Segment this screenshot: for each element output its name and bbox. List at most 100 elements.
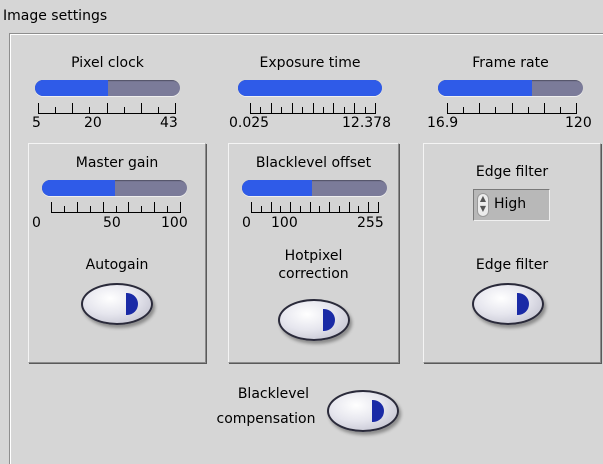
scale-tick bbox=[51, 202, 52, 212]
scale-tick bbox=[368, 202, 369, 212]
scale-tick bbox=[124, 107, 125, 113]
scale-tick bbox=[271, 103, 272, 113]
scale-tick bbox=[72, 103, 73, 113]
scale-tick bbox=[141, 103, 142, 113]
frame-rate-scale bbox=[447, 103, 577, 114]
autogain-toggle[interactable] bbox=[81, 283, 153, 325]
scale-tick bbox=[154, 202, 155, 212]
scale-tick bbox=[375, 103, 376, 113]
scale-tick bbox=[90, 206, 91, 212]
exposure-time-label: Exposure time bbox=[259, 55, 361, 71]
hotpixel-toggle[interactable] bbox=[278, 299, 350, 341]
scale-tick bbox=[512, 103, 513, 113]
edge-filter-toggle[interactable] bbox=[472, 283, 544, 325]
pixel-clock-max: 43 bbox=[160, 115, 178, 131]
exposure-time-min: 0.025 bbox=[229, 115, 270, 131]
scale-tick bbox=[479, 103, 480, 113]
scale-tick bbox=[329, 202, 330, 212]
scale-tick bbox=[128, 202, 129, 212]
master-gain-scale bbox=[51, 202, 181, 213]
scale-tick bbox=[271, 202, 272, 212]
edge-filter-button-label: Edge filter bbox=[475, 257, 549, 273]
scale-tick bbox=[167, 206, 168, 212]
scale-tick bbox=[292, 103, 293, 113]
blacklevel-offset-mid: 100 bbox=[271, 215, 298, 231]
scale-tick bbox=[447, 103, 448, 113]
master-gain-box: Master gain 0 50 100 Autogain bbox=[28, 143, 206, 363]
scale-tick bbox=[77, 202, 78, 212]
scale-tick bbox=[339, 206, 340, 212]
master-gain-label: Master gain bbox=[75, 155, 159, 171]
blacklevel-offset-slider[interactable] bbox=[242, 180, 387, 196]
scale-tick bbox=[64, 206, 65, 212]
pixel-clock-fill bbox=[35, 80, 108, 96]
scale-tick bbox=[107, 103, 108, 113]
scale-tick bbox=[358, 206, 359, 212]
scale-tick bbox=[281, 107, 282, 113]
scale-tick bbox=[302, 107, 303, 113]
scale-tick bbox=[180, 202, 181, 212]
image-settings-title: Image settings bbox=[3, 8, 108, 24]
edge-filter-box: Edge filter ▲ ▼ High Edge filter bbox=[423, 143, 601, 363]
frame-rate-min: 16.9 bbox=[427, 115, 459, 131]
blacklevel-offset-min: 0 bbox=[242, 215, 251, 231]
frame-rate-max: 120 bbox=[565, 115, 592, 131]
blacklevel-compensation-label-line2: compensation bbox=[216, 411, 316, 427]
edge-filter-indicator bbox=[517, 293, 529, 315]
pixel-clock-scale bbox=[38, 103, 176, 114]
scale-tick bbox=[354, 103, 355, 113]
frame-rate-fill bbox=[438, 80, 533, 96]
scale-tick bbox=[116, 206, 117, 212]
exposure-time-scale bbox=[250, 103, 376, 114]
scale-tick bbox=[333, 103, 334, 113]
scale-tick bbox=[38, 103, 39, 113]
pixel-clock-slider[interactable] bbox=[35, 80, 180, 96]
scale-tick bbox=[89, 107, 90, 113]
scale-tick bbox=[576, 103, 577, 113]
scale-tick bbox=[280, 206, 281, 212]
autogain-indicator bbox=[126, 293, 138, 315]
scale-tick bbox=[495, 107, 496, 113]
scale-tick bbox=[290, 202, 291, 212]
scale-tick bbox=[175, 103, 176, 113]
hotpixel-label-line2: correction bbox=[278, 266, 349, 282]
scale-tick bbox=[55, 107, 56, 113]
scale-tick bbox=[344, 107, 345, 113]
autogain-label: Autogain bbox=[85, 257, 149, 273]
edge-filter-label: Edge filter bbox=[475, 164, 549, 180]
master-gain-max: 100 bbox=[161, 215, 188, 231]
hotpixel-indicator bbox=[323, 309, 335, 331]
blacklevel-offset-max: 255 bbox=[357, 215, 384, 231]
exposure-time-slider[interactable] bbox=[238, 80, 382, 96]
blacklevel-offset-box: Blacklevel offset 0 100 255 Hotpixel cor… bbox=[228, 143, 399, 363]
edge-filter-value: High bbox=[494, 196, 527, 212]
frame-rate-slider[interactable] bbox=[438, 80, 583, 96]
blacklevel-compensation-label-line1: Blacklevel bbox=[237, 386, 309, 402]
edge-filter-ring[interactable]: ▲ ▼ High bbox=[473, 189, 550, 221]
exposure-time-fill bbox=[238, 80, 382, 96]
scale-tick bbox=[300, 206, 301, 212]
master-gain-slider[interactable] bbox=[42, 180, 187, 196]
pixel-clock-label: Pixel clock bbox=[71, 55, 144, 71]
scale-tick bbox=[261, 206, 262, 212]
scale-tick bbox=[313, 103, 314, 113]
blacklevel-compensation-indicator bbox=[372, 400, 384, 422]
blacklevel-compensation-toggle[interactable] bbox=[327, 390, 399, 432]
pixel-clock-min: 5 bbox=[32, 115, 41, 131]
scale-tick bbox=[378, 202, 379, 212]
scale-tick bbox=[323, 107, 324, 113]
blacklevel-offset-scale bbox=[251, 202, 379, 213]
scale-tick bbox=[365, 107, 366, 113]
scale-tick bbox=[310, 202, 311, 212]
scale-tick bbox=[544, 103, 545, 113]
exposure-time-max: 12.378 bbox=[342, 115, 391, 131]
hotpixel-label-line1: Hotpixel bbox=[284, 248, 343, 264]
up-down-arrows-icon[interactable]: ▲ ▼ bbox=[477, 193, 489, 217]
pixel-clock-mid: 20 bbox=[84, 115, 102, 131]
scale-tick bbox=[103, 202, 104, 212]
master-gain-min: 0 bbox=[32, 215, 41, 231]
master-gain-fill bbox=[42, 180, 115, 196]
blacklevel-offset-fill bbox=[242, 180, 312, 196]
master-gain-mid: 50 bbox=[103, 215, 121, 231]
scale-tick bbox=[251, 202, 252, 212]
